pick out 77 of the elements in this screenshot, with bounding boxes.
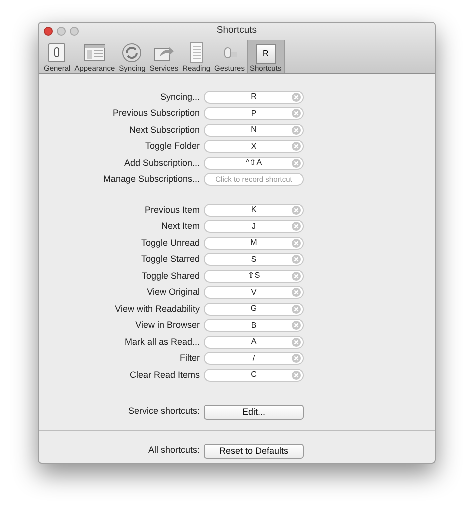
clear-icon[interactable] (292, 288, 301, 298)
clear-icon[interactable] (292, 272, 301, 281)
shortcut-label: Manage Subscriptions... (102, 173, 201, 186)
shortcut-value: A (251, 338, 257, 346)
shortcut-field[interactable]: B (204, 319, 304, 332)
shortcut-label: Previous Item (144, 204, 201, 216)
shortcut-label: Filter (179, 352, 201, 365)
shortcut-field[interactable]: V (204, 286, 304, 300)
shortcut-label: Toggle Folder (144, 140, 201, 153)
clear-icon[interactable] (292, 206, 301, 215)
clear-icon[interactable] (292, 338, 301, 347)
clear-icon[interactable] (292, 304, 301, 314)
shortcut-value: J (252, 222, 256, 231)
shortcut-label: Toggle Starred (140, 253, 201, 266)
shortcut-field[interactable]: ^⇧A (204, 156, 304, 170)
shortcut-field[interactable]: J (204, 220, 304, 234)
zoom-icon[interactable] (70, 27, 79, 36)
clear-icon[interactable] (292, 158, 301, 168)
shortcut-label: Syncing... (159, 90, 201, 104)
shortcut-field[interactable]: G (204, 302, 304, 316)
shortcut-field[interactable]: ⇧S (204, 270, 304, 283)
sync-icon (121, 42, 144, 64)
shortcut-value: K (251, 206, 257, 214)
clear-icon[interactable] (292, 321, 301, 330)
shortcut-value: G (250, 305, 258, 314)
shortcut-label: View in Browser (134, 319, 201, 332)
shortcut-label: Toggle Shared (140, 270, 201, 283)
shortcut-field[interactable]: N (204, 124, 304, 137)
shortcut-field[interactable]: S (204, 253, 304, 266)
shortcut-field[interactable]: C (204, 368, 304, 382)
clear-icon[interactable] (292, 370, 301, 380)
shortcut-field[interactable]: X (204, 140, 304, 154)
clear-icon[interactable] (292, 222, 301, 232)
window-title: Shortcuts (216, 24, 258, 38)
shortcut-label: Toggle Unread (140, 236, 201, 250)
shortcut-value: S (251, 256, 257, 264)
minimize-icon[interactable] (57, 27, 66, 36)
action-label: All shortcuts: (147, 444, 201, 458)
clear-icon[interactable] (292, 109, 301, 118)
clear-icon[interactable] (292, 354, 301, 364)
shortcut-label: Next Subscription (128, 124, 201, 137)
switch-icon (46, 42, 68, 64)
shortcut-label: Mark all as Read... (124, 336, 201, 348)
shortcut-field[interactable]: K (204, 204, 304, 217)
clear-icon[interactable] (292, 255, 301, 264)
shortcut-value: B (251, 322, 257, 330)
shortcut-field[interactable]: P (204, 107, 304, 120)
shortcut-value: ⇧S (248, 272, 260, 280)
window-layout-icon (84, 42, 106, 64)
shortcut-value: X (251, 142, 257, 151)
shortcut-field[interactable]: R (204, 90, 304, 104)
shortcut-value: / (252, 354, 256, 363)
shortcut-field[interactable]: A (204, 336, 304, 349)
shortcut-label: View with Readability (114, 302, 201, 316)
shortcut-label: View Original (146, 286, 201, 299)
shortcut-field[interactable]: / (204, 352, 304, 366)
action-label: Service shortcuts: (127, 405, 201, 418)
shortcut-field[interactable]: M (204, 236, 304, 250)
shortcut-value: P (251, 110, 257, 118)
shortcut-value: N (251, 126, 257, 134)
close-icon[interactable] (44, 27, 53, 36)
shortcut-value: M (250, 239, 258, 248)
key-icon: R (256, 44, 276, 64)
shortcut-label: Add Subscription... (123, 156, 201, 170)
shortcut-label: Next Item (160, 220, 201, 233)
clear-icon[interactable] (292, 126, 301, 135)
edit-button[interactable]: Edit... (204, 404, 304, 420)
shortcut-value: ^⇧A (246, 159, 262, 168)
shortcut-value: V (251, 288, 257, 297)
shortcut-label: Previous Subscription (112, 107, 201, 120)
shortcut-label: Clear Read Items (128, 368, 201, 382)
reset-button[interactable]: Reset to Defaults (204, 444, 304, 458)
shortcut-value: C (251, 371, 257, 380)
shortcut-value: R (251, 93, 257, 102)
clear-icon[interactable] (292, 238, 301, 248)
clear-icon[interactable] (292, 142, 301, 152)
clear-icon[interactable] (292, 92, 301, 102)
